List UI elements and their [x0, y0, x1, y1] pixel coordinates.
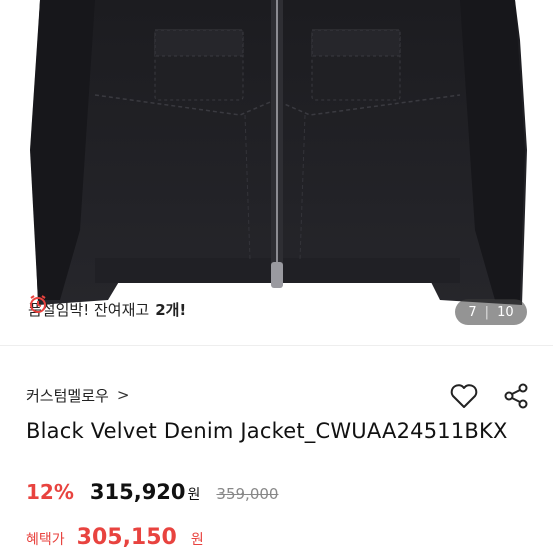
share-icon[interactable] — [501, 381, 531, 411]
stock-notice: 품절임박! 잔여재고 2개! — [28, 294, 186, 324]
heart-icon[interactable] — [449, 381, 479, 411]
product-title: Black Velvet Denim Jacket_CWUAA24511BKX — [26, 419, 508, 443]
chevron-right-icon: > — [116, 386, 130, 404]
brand-name: 커스텀멜로우 — [26, 386, 109, 405]
sale-price: 315,920 원 — [90, 480, 201, 504]
benefit-price: 305,150 — [76, 525, 177, 550]
pager-current: 7 — [468, 304, 477, 320]
product-image[interactable]: 품절임박! 잔여재고 2개! 7 | 10 — [0, 0, 553, 345]
image-pager: 7 | 10 — [455, 299, 527, 325]
brand-link[interactable]: 커스텀멜로우 > — [26, 380, 129, 410]
pager-total: 10 — [497, 304, 514, 320]
sale-price-currency: 원 — [187, 487, 201, 503]
original-price: 359,000 — [216, 485, 279, 503]
benefit-label: 혜택가 — [26, 532, 65, 548]
alarm-clock-icon — [30, 295, 46, 313]
sale-price-value: 315,920 — [89, 480, 186, 504]
benefit-currency: 원 — [190, 532, 204, 548]
stock-count: 2개! — [155, 300, 187, 319]
pager-separator: | — [484, 304, 490, 320]
price-row: 12% 315,920 원 359,000 — [26, 480, 278, 504]
benefit-price-row: 혜택가 305,150 원 — [26, 525, 204, 550]
product-actions — [449, 381, 531, 411]
discount-rate: 12% — [26, 480, 74, 504]
divider — [0, 345, 553, 346]
